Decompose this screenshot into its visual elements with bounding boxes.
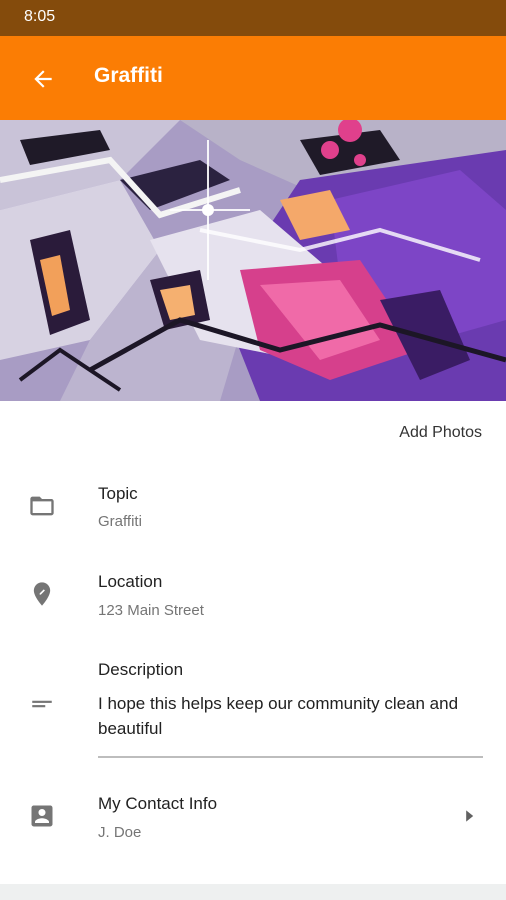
- status-time: 8:05: [24, 8, 56, 25]
- description-row[interactable]: Description I hope this helps keep our c…: [0, 648, 506, 763]
- contact-value: J. Doe: [98, 824, 142, 841]
- back-button[interactable]: [26, 62, 60, 96]
- app-bar: Graffiti: [0, 36, 506, 120]
- page-title: Graffiti: [94, 64, 163, 87]
- contact-label: My Contact Info: [98, 794, 218, 813]
- notes-icon: [28, 690, 56, 718]
- description-input[interactable]: I hope this helps keep our community cle…: [98, 691, 488, 741]
- status-bar: 8:05: [0, 0, 506, 36]
- topic-value: Graffiti: [98, 513, 142, 530]
- location-label: Location: [98, 572, 163, 591]
- location-row[interactable]: Location 123 Main Street: [0, 560, 506, 632]
- location-value: 123 Main Street: [98, 602, 204, 619]
- topic-label: Topic: [98, 484, 138, 503]
- contact-info-row[interactable]: My Contact Info J. Doe: [0, 780, 506, 855]
- bottom-divider: [0, 884, 506, 900]
- contact-card-icon: [28, 802, 56, 830]
- location-pin-icon: [28, 580, 56, 608]
- chevron-right-icon: [462, 809, 476, 823]
- arrow-back-icon: [34, 70, 52, 88]
- description-label: Description: [98, 660, 184, 679]
- folder-icon: [28, 492, 56, 520]
- add-photos-button[interactable]: Add Photos: [399, 424, 482, 442]
- description-underline: [98, 756, 483, 758]
- graffiti-photo: [0, 120, 506, 401]
- topic-row[interactable]: Topic Graffiti: [0, 470, 506, 542]
